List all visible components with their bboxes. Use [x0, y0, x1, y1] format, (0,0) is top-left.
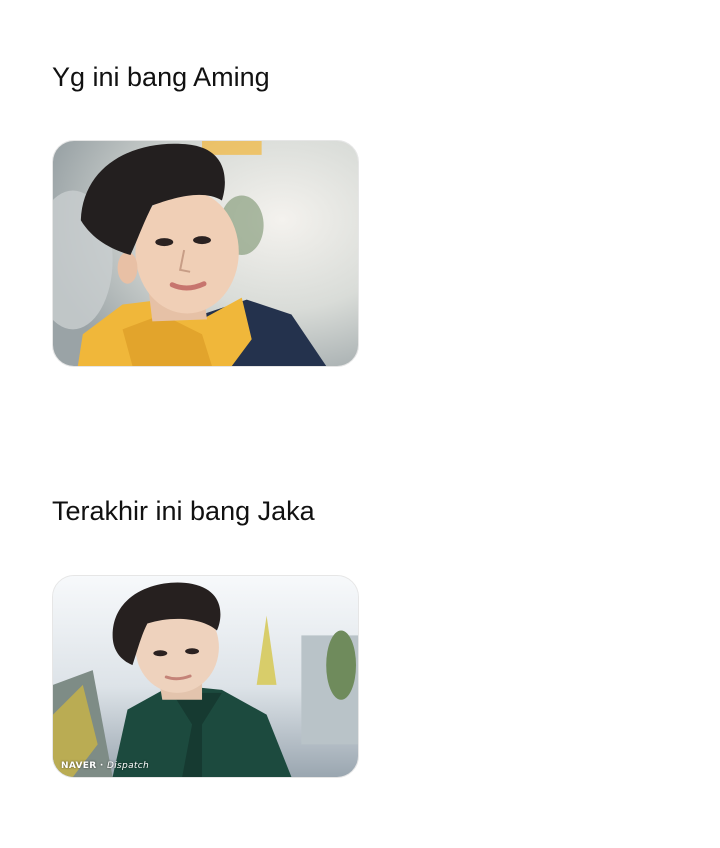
photo-image-1: [53, 141, 358, 366]
photo-image-2: [53, 576, 358, 777]
post-photo-2[interactable]: NAVER · Dispatch: [52, 575, 359, 778]
watermark-dispatch: Dispatch: [107, 761, 149, 771]
photo-watermark: NAVER · Dispatch: [61, 761, 149, 771]
post-caption-2: Terakhir ini bang Jaka: [52, 496, 315, 526]
watermark-naver: NAVER: [61, 761, 97, 771]
post-photo-1[interactable]: [52, 140, 359, 367]
post-caption-1: Yg ini bang Aming: [52, 62, 270, 92]
